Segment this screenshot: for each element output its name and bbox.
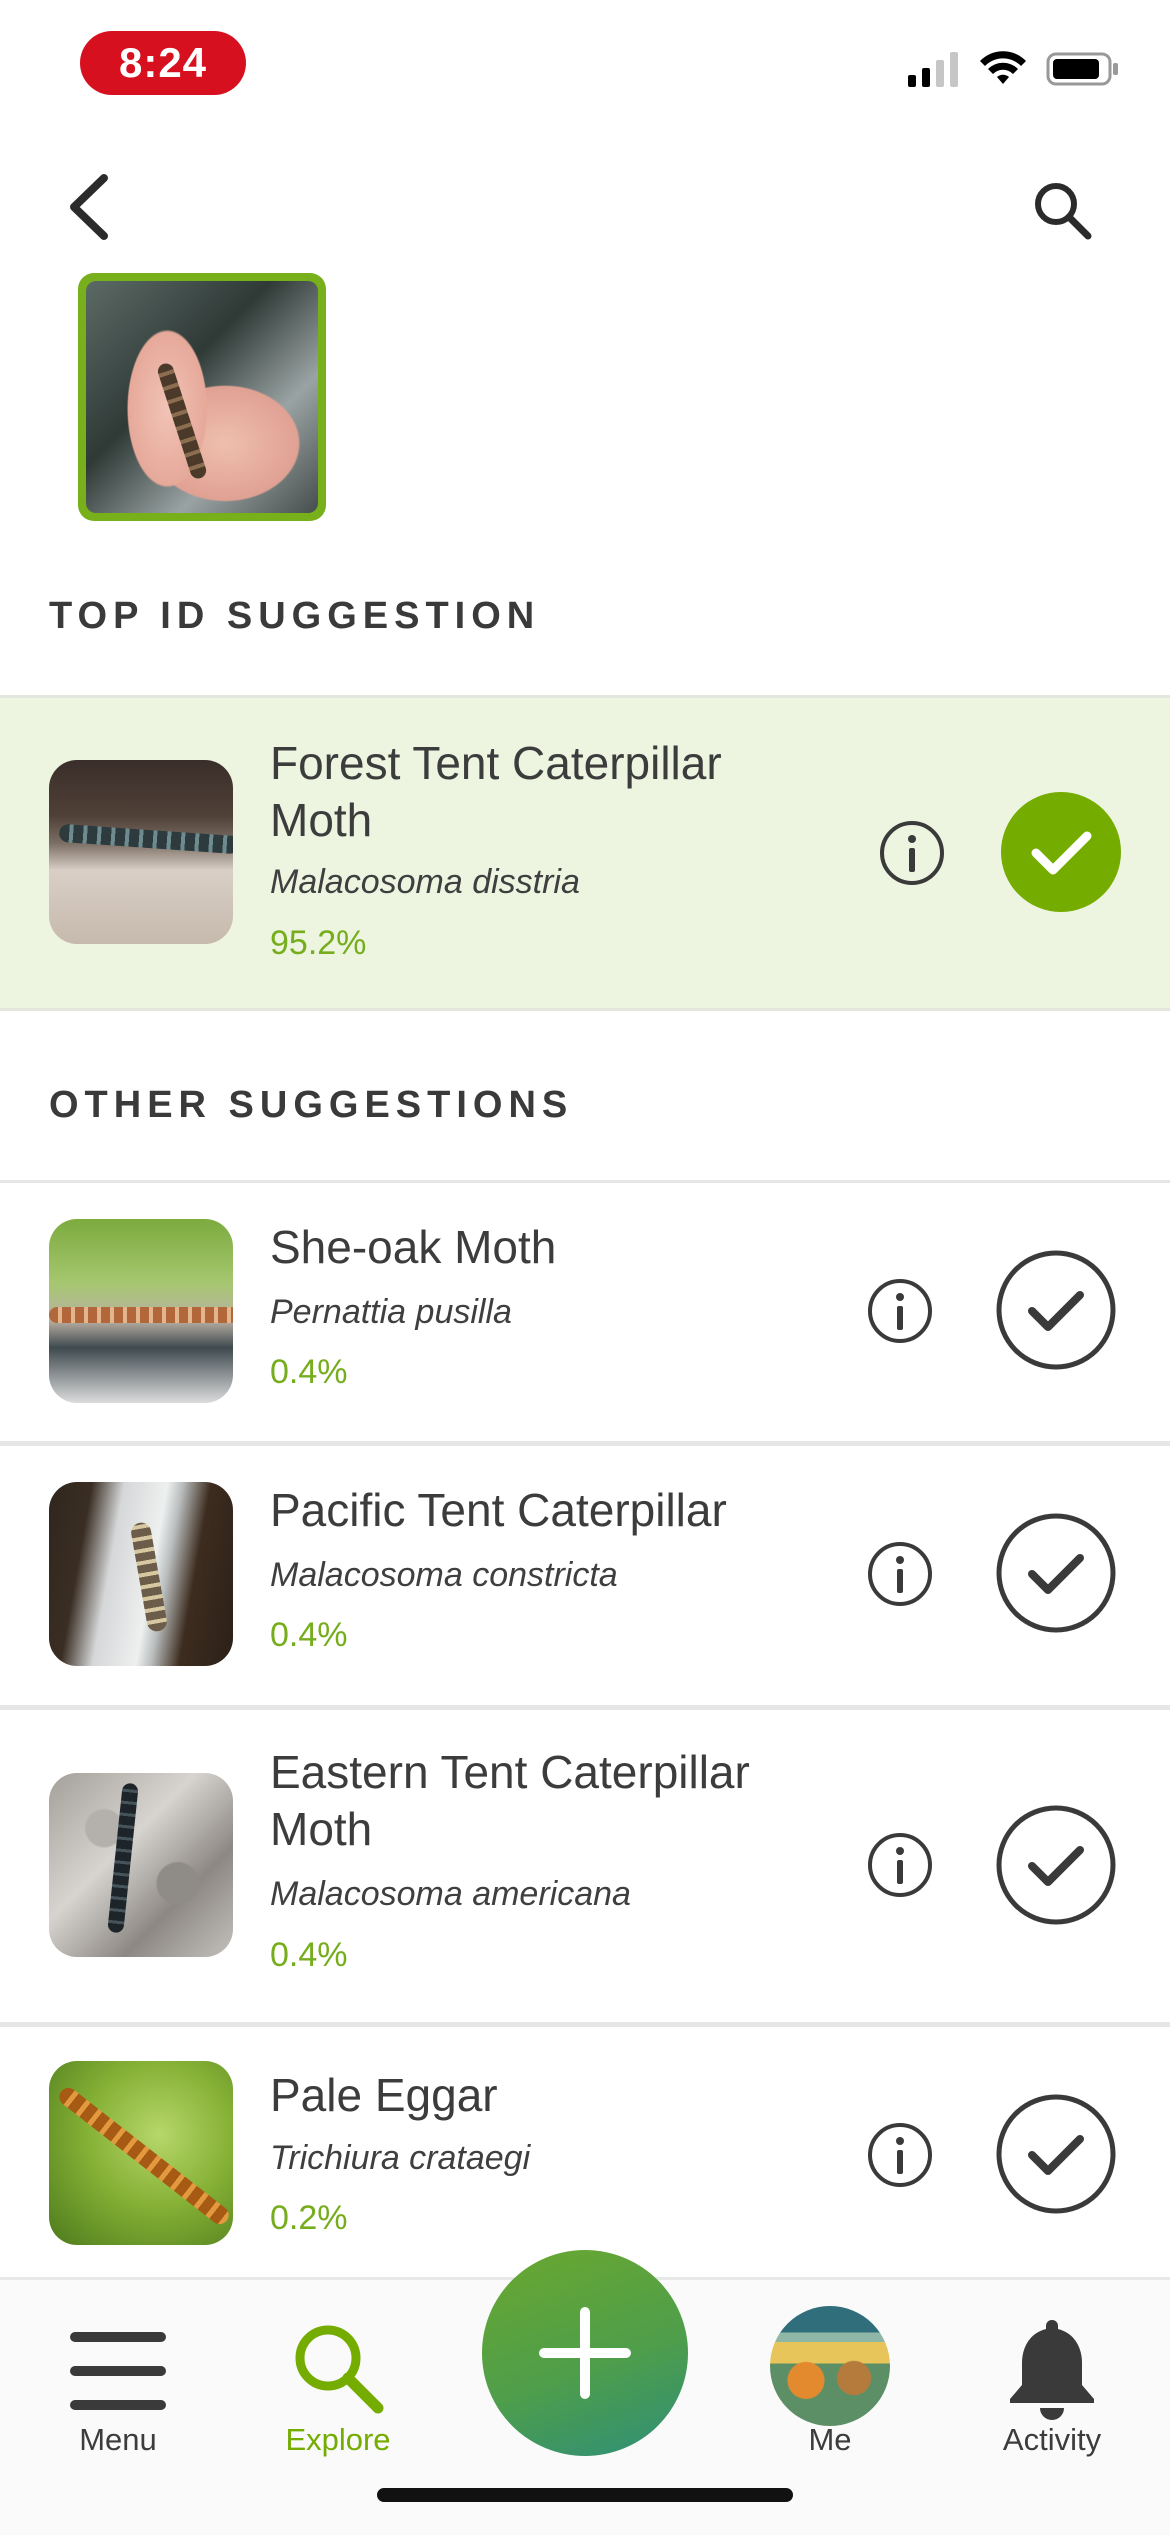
suggestion-row[interactable]: Pale Eggar Trichiura crataegi 0.2% [0, 2027, 1170, 2277]
back-button[interactable] [60, 170, 120, 244]
tab-activity[interactable]: Activity [962, 2280, 1142, 2510]
observation-photo-image [86, 281, 318, 513]
tab-explore-label: Explore [285, 2422, 391, 2457]
taxon-common-name: Pacific Tent Caterpillar [270, 1484, 727, 1536]
taxon-scientific-name: Pernattia pusilla [270, 1293, 512, 1331]
taxon-score: 0.4% [270, 1616, 348, 1654]
explore-search-icon [295, 2325, 384, 2414]
wifi-icon [980, 51, 1026, 84]
taxon-scientific-name: Malacosoma disstria [270, 863, 580, 901]
menu-icon [70, 2332, 166, 2410]
info-icon[interactable] [866, 1277, 934, 1345]
status-icons [906, 50, 1120, 88]
taxon-thumbnail [49, 760, 233, 944]
taxon-score: 95.2% [270, 924, 367, 962]
info-icon[interactable] [878, 819, 946, 887]
taxon-thumbnail [49, 1482, 233, 1666]
home-indicator [377, 2488, 793, 2502]
observation-photo[interactable] [78, 273, 326, 521]
suggestion-row[interactable]: She-oak Moth Pernattia pusilla 0.4% [0, 1183, 1170, 1441]
search-icon [1035, 183, 1092, 240]
tab-me[interactable]: Me [740, 2280, 920, 2510]
taxon-thumbnail [49, 1219, 233, 1403]
bell-icon [1010, 2320, 1094, 2420]
select-taxon-button[interactable] [1000, 791, 1122, 913]
info-icon[interactable] [866, 1831, 934, 1899]
taxon-common-name: Forest Tent Caterpillar Moth [270, 737, 722, 846]
other-suggestions-title: OTHER SUGGESTIONS [49, 1084, 574, 1126]
select-taxon-button[interactable] [995, 1804, 1117, 1926]
top-suggestion-title: TOP ID SUGGESTION [49, 595, 541, 637]
status-time: 8:24 [80, 31, 246, 95]
select-taxon-button[interactable] [995, 1249, 1117, 1371]
select-taxon-button[interactable] [995, 1512, 1117, 1634]
suggestion-row[interactable]: Pacific Tent Caterpillar Malacosoma cons… [0, 1446, 1170, 1706]
taxon-common-name: Pale Eggar [270, 2069, 498, 2121]
top-suggestion-row[interactable]: Forest Tent Caterpillar Moth Malacosoma … [0, 695, 1170, 1011]
taxon-thumbnail [49, 2061, 233, 2245]
chevron-left-icon [70, 174, 108, 240]
tab-me-label: Me [808, 2422, 852, 2457]
info-icon[interactable] [866, 1540, 934, 1608]
tab-menu-label: Menu [79, 2422, 157, 2457]
info-icon[interactable] [866, 2121, 934, 2189]
battery-icon [1046, 52, 1118, 86]
taxon-scientific-name: Malacosoma americana [270, 1875, 631, 1913]
search-button[interactable] [1028, 176, 1098, 246]
signal-icon [908, 52, 958, 87]
tab-activity-label: Activity [1002, 2422, 1102, 2457]
tab-menu[interactable]: Menu [28, 2280, 208, 2510]
avatar [770, 2306, 890, 2426]
suggestion-row[interactable]: Eastern Tent Caterpillar Moth Malacosoma… [0, 1710, 1170, 2022]
select-taxon-button[interactable] [995, 2093, 1117, 2215]
add-observation-button[interactable] [482, 2250, 688, 2456]
taxon-score: 0.4% [270, 1353, 348, 1391]
taxon-score: 0.4% [270, 1936, 348, 1974]
taxon-thumbnail [49, 1773, 233, 1957]
taxon-scientific-name: Trichiura crataegi [270, 2139, 531, 2177]
taxon-common-name: Eastern Tent Caterpillar Moth [270, 1746, 750, 1855]
taxon-scientific-name: Malacosoma constricta [270, 1556, 618, 1594]
tab-explore[interactable]: Explore [248, 2280, 428, 2510]
taxon-score: 0.2% [270, 2199, 348, 2237]
plus-icon [539, 2307, 631, 2399]
taxon-common-name: She-oak Moth [270, 1221, 557, 1273]
